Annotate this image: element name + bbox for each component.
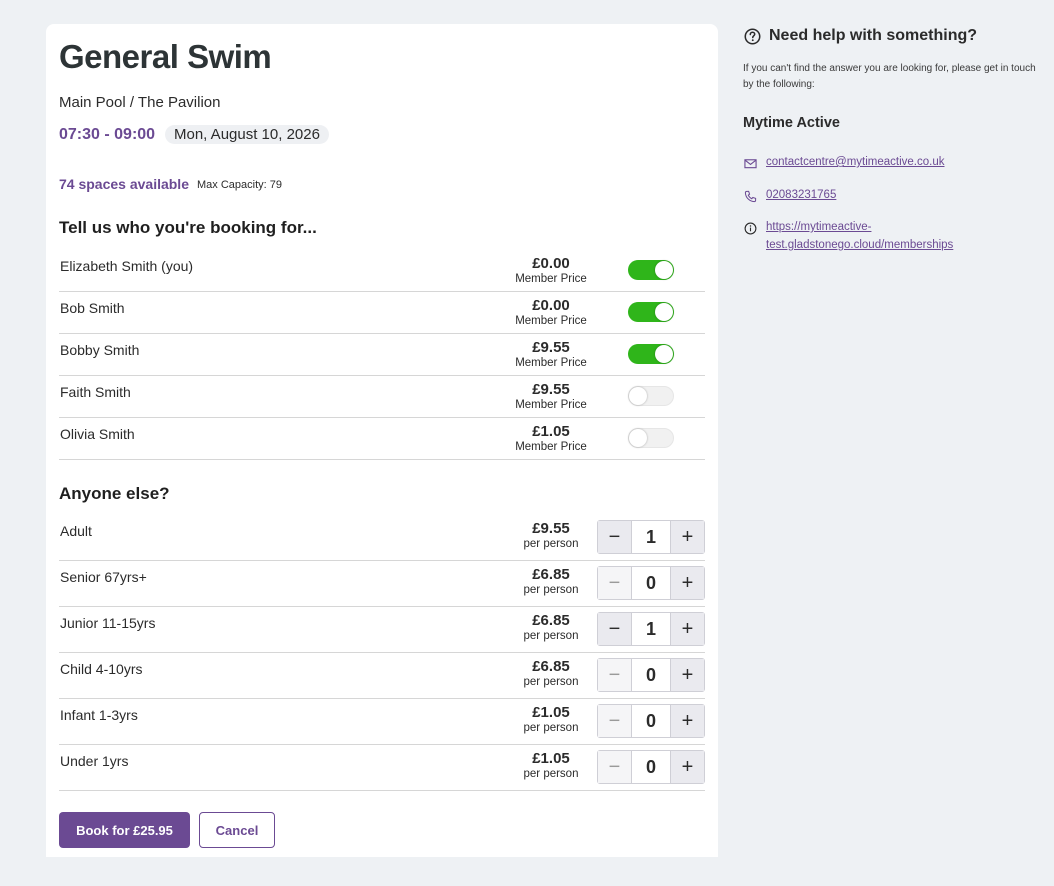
member-toggle[interactable] — [628, 428, 674, 448]
ticket-row: Junior 11-15yrs £6.85 per person − 1 + — [59, 607, 705, 653]
member-price: £9.55 Member Price — [515, 381, 587, 412]
member-row: Olivia Smith £1.05 Member Price — [59, 418, 705, 460]
quantity-stepper: − 1 + — [597, 612, 705, 646]
member-price: £1.05 Member Price — [515, 423, 587, 454]
quantity-stepper: − 0 + — [597, 566, 705, 600]
quantity-stepper: − 0 + — [597, 750, 705, 784]
ticket-name: Senior 67yrs+ — [60, 569, 147, 585]
quantity-value[interactable]: 0 — [631, 705, 671, 737]
member-price: £9.55 Member Price — [515, 339, 587, 370]
decrement-button[interactable]: − — [598, 567, 631, 599]
ticket-row: Infant 1-3yrs £1.05 per person − 0 + — [59, 699, 705, 745]
info-circle-icon — [744, 222, 757, 235]
decrement-button[interactable]: − — [598, 659, 631, 691]
quantity-stepper: − 0 + — [597, 658, 705, 692]
ticket-row: Senior 67yrs+ £6.85 per person − 0 + — [59, 561, 705, 607]
member-row: Bob Smith £0.00 Member Price — [59, 292, 705, 334]
ticket-name: Infant 1-3yrs — [60, 707, 138, 723]
toggle-knob — [655, 261, 673, 279]
quantity-value[interactable]: 1 — [631, 613, 671, 645]
increment-button[interactable]: + — [671, 659, 704, 691]
ticket-name: Under 1yrs — [60, 753, 129, 769]
session-time: 07:30 - 09:00 — [59, 126, 156, 143]
quantity-stepper: − 1 + — [597, 520, 705, 554]
member-name: Olivia Smith — [60, 426, 135, 442]
ticket-price: £6.85 per person — [523, 658, 579, 689]
quantity-value[interactable]: 1 — [631, 521, 671, 553]
quantity-stepper: − 0 + — [597, 704, 705, 738]
ticket-price: £9.55 per person — [523, 520, 579, 551]
booking-for-heading: Tell us who you're booking for... — [59, 218, 317, 237]
member-toggle[interactable] — [628, 344, 674, 364]
increment-button[interactable]: + — [671, 751, 704, 783]
org-name: Mytime Active — [743, 115, 840, 131]
toggle-knob — [629, 429, 647, 447]
quantity-value[interactable]: 0 — [631, 659, 671, 691]
member-price: £0.00 Member Price — [515, 297, 587, 328]
member-name: Bobby Smith — [60, 342, 140, 358]
cancel-button[interactable]: Cancel — [199, 812, 275, 848]
ticket-price: £6.85 per person — [523, 566, 579, 597]
decrement-button[interactable]: − — [598, 613, 631, 645]
toggle-knob — [655, 345, 673, 363]
decrement-button[interactable]: − — [598, 521, 631, 553]
member-name: Elizabeth Smith (you) — [60, 258, 194, 274]
member-name: Faith Smith — [60, 384, 131, 400]
ticket-row: Adult £9.55 per person − 1 + — [59, 515, 705, 561]
spaces-available: 74 spaces available — [59, 176, 189, 192]
book-button[interactable]: Book for £25.95 — [59, 812, 190, 848]
quantity-value[interactable]: 0 — [631, 567, 671, 599]
phone-link[interactable]: 02083231765 — [766, 186, 1006, 204]
member-name: Bob Smith — [60, 300, 125, 316]
booking-card: General Swim Main Pool / The Pavilion 07… — [46, 24, 718, 857]
member-price: £0.00 Member Price — [515, 255, 587, 286]
question-circle-icon — [744, 28, 761, 45]
help-description: If you can't find the answer you are loo… — [743, 63, 1036, 90]
increment-button[interactable]: + — [671, 521, 704, 553]
phone-icon — [744, 190, 757, 203]
ticket-name: Junior 11-15yrs — [60, 615, 156, 631]
quantity-value[interactable]: 0 — [631, 751, 671, 783]
ticket-name: Child 4-10yrs — [60, 661, 143, 677]
increment-button[interactable]: + — [671, 705, 704, 737]
toggle-knob — [655, 303, 673, 321]
ticket-price: £1.05 per person — [523, 750, 579, 781]
page-title: General Swim — [59, 38, 272, 75]
ticket-row: Child 4-10yrs £6.85 per person − 0 + — [59, 653, 705, 699]
ticket-price: £1.05 per person — [523, 704, 579, 735]
envelope-icon — [744, 159, 757, 169]
help-title: Need help with something? — [769, 27, 978, 44]
anyone-else-heading: Anyone else? — [59, 484, 170, 503]
member-toggle[interactable] — [628, 386, 674, 406]
session-date: Mon, August 10, 2026 — [165, 125, 329, 144]
ticket-price: £6.85 per person — [523, 612, 579, 643]
ticket-name: Adult — [60, 523, 92, 539]
member-row: Faith Smith £9.55 Member Price — [59, 376, 705, 418]
ticket-row: Under 1yrs £1.05 per person − 0 + — [59, 745, 705, 791]
increment-button[interactable]: + — [671, 567, 704, 599]
member-toggle[interactable] — [628, 260, 674, 280]
email-link[interactable]: contactcentre@mytimeactive.co.uk — [766, 153, 1006, 171]
max-capacity: Max Capacity: 79 — [197, 179, 282, 191]
member-row: Elizabeth Smith (you) £0.00 Member Price — [59, 250, 705, 292]
website-link[interactable]: https://mytimeactive-test.gladstonego.cl… — [766, 218, 966, 254]
member-row: Bobby Smith £9.55 Member Price — [59, 334, 705, 376]
session-location: Main Pool / The Pavilion — [59, 94, 221, 111]
member-toggle[interactable] — [628, 302, 674, 322]
decrement-button[interactable]: − — [598, 751, 631, 783]
toggle-knob — [629, 387, 647, 405]
increment-button[interactable]: + — [671, 613, 704, 645]
decrement-button[interactable]: − — [598, 705, 631, 737]
